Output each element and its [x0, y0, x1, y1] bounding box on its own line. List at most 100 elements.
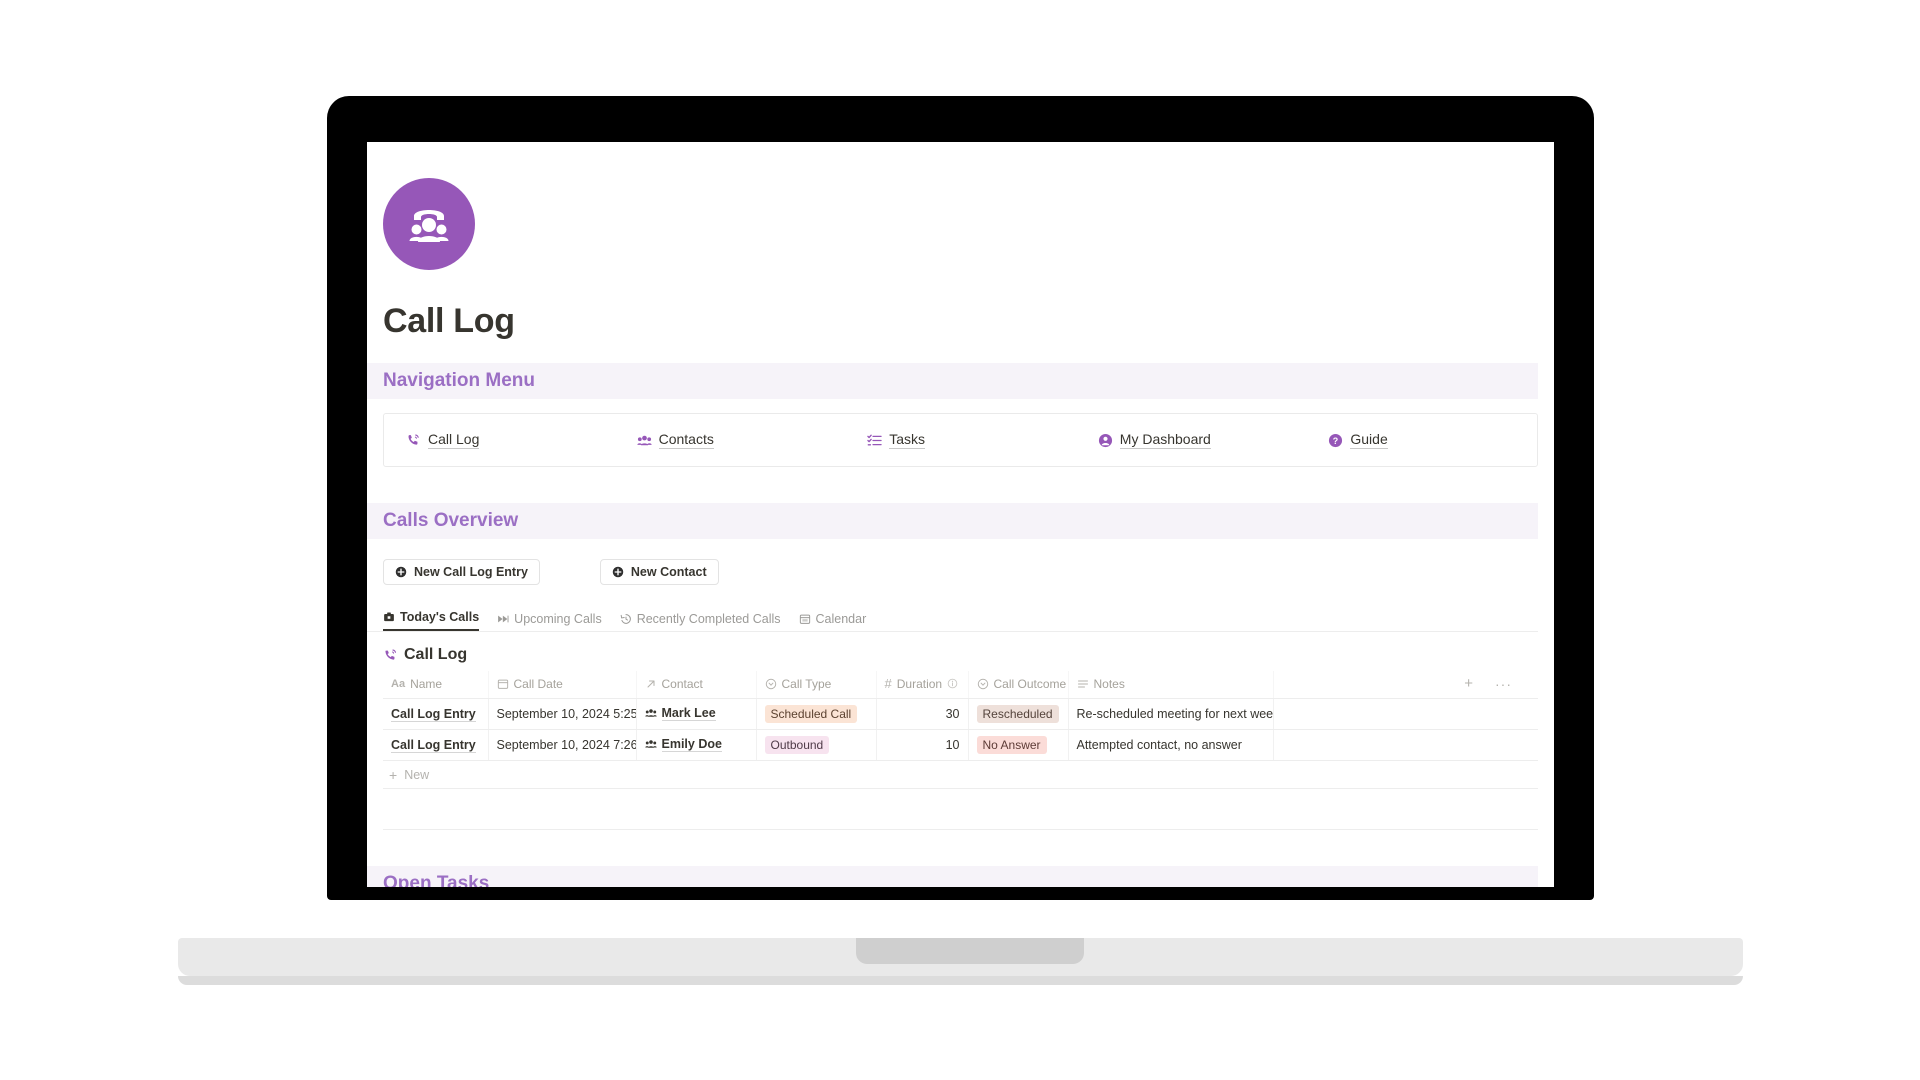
section-title-open-tasks: Open Tasks [383, 873, 490, 887]
tab-upcoming-calls[interactable]: Upcoming Calls [497, 612, 602, 631]
nav-item-contacts[interactable]: Contacts [615, 431, 846, 449]
cell-call-outcome[interactable]: No Answer [968, 729, 1069, 761]
aa-text-icon: Aa [391, 677, 406, 690]
new-call-log-entry-button[interactable]: New Call Log Entry [383, 559, 540, 585]
column-label: Notes [1093, 676, 1125, 691]
row-name-link[interactable]: Call Log Entry [391, 707, 476, 722]
section-header-calls-overview: Calls Overview [367, 503, 1538, 539]
cell-empty [1273, 698, 1538, 730]
cell-notes[interactable]: Re-scheduled meeting for next week [1068, 698, 1274, 730]
tab-label: Recently Completed Calls [636, 612, 781, 626]
question-circle-icon: ? [1328, 433, 1343, 448]
nav-item-call-log[interactable]: Call Log [384, 431, 615, 449]
relation-arrow-icon [645, 678, 657, 690]
cell-name[interactable]: Call Log Entry [383, 729, 489, 761]
text-lines-icon [1077, 678, 1089, 690]
cell-contact[interactable]: Mark Lee [636, 698, 757, 730]
table-body: Call Log Entry September 10, 2024 5:25 P… [383, 698, 1538, 761]
column-header-name[interactable]: Aa Name [383, 671, 489, 699]
nav-item-label: Call Log [428, 431, 480, 449]
cell-name[interactable]: Call Log Entry [383, 698, 489, 730]
calendar-icon [497, 678, 509, 690]
column-label: Duration [896, 676, 943, 691]
database-title: Call Log [383, 646, 1554, 664]
select-circle-icon [765, 678, 777, 690]
column-header-contact[interactable]: Contact [636, 671, 757, 699]
tab-todays-calls[interactable]: Today's Calls [383, 610, 480, 631]
section-divider [383, 829, 1538, 830]
notion-page: Call Log Navigation Menu Call Log Contac… [367, 142, 1554, 887]
contact-link[interactable]: Emily Doe [661, 737, 722, 752]
plus-icon: + [389, 766, 398, 783]
laptop-screen: Call Log Navigation Menu Call Log Contac… [367, 142, 1554, 887]
nav-item-label: Tasks [889, 431, 925, 449]
tab-calendar[interactable]: Calendar [799, 612, 866, 631]
column-header-notes[interactable]: Notes [1068, 671, 1274, 699]
checklist-icon [867, 433, 882, 448]
people-group-icon [636, 433, 652, 448]
cell-call-outcome[interactable]: Rescheduled [968, 698, 1069, 730]
plus-circle-icon [395, 566, 407, 578]
table-footer-spacer [367, 789, 1554, 829]
column-header-duration[interactable]: # Duration [876, 671, 969, 699]
cell-call-date[interactable]: September 10, 2024 7:26 PM [488, 729, 637, 761]
nav-item-guide[interactable]: ? Guide [1306, 431, 1537, 449]
call-outcome-badge: Rescheduled [976, 705, 1059, 723]
people-group-icon [644, 707, 657, 719]
cell-contact[interactable]: Emily Doe [636, 729, 757, 761]
section-header-navigation: Navigation Menu [367, 363, 1538, 399]
new-contact-button[interactable]: New Contact [599, 559, 719, 585]
nav-item-tasks[interactable]: Tasks [845, 431, 1076, 449]
call-outcome-badge: No Answer [976, 736, 1047, 754]
button-label: New Call Log Entry [414, 565, 528, 579]
column-label: Call Type [781, 676, 832, 691]
number-hash-icon: # [884, 676, 892, 691]
nav-item-my-dashboard[interactable]: My Dashboard [1076, 431, 1307, 449]
page-logo-wrap [367, 142, 1554, 270]
table-header-row: Aa Name Call Date Contact Call Type # Du… [383, 671, 1538, 699]
tab-label: Upcoming Calls [514, 612, 602, 626]
cell-duration[interactable]: 30 [876, 698, 969, 730]
tab-label: Today's Calls [400, 610, 480, 624]
column-header-call-outcome[interactable]: Call Outcome [968, 671, 1069, 699]
cell-call-type[interactable]: Scheduled Call [756, 698, 877, 730]
table-row[interactable]: Call Log Entry September 10, 2024 5:25 P… [383, 698, 1538, 730]
cell-duration[interactable]: 10 [876, 729, 969, 761]
info-circle-icon[interactable] [947, 678, 958, 689]
briefcase-icon [383, 611, 395, 623]
add-new-row-button[interactable]: + New [383, 761, 1538, 789]
screenshot-root: Call Log Navigation Menu Call Log Contac… [0, 0, 1920, 1080]
column-label: Call Date [513, 676, 563, 691]
section-header-open-tasks: Open Tasks [367, 866, 1538, 887]
phone-group-icon [383, 178, 475, 270]
laptop-trackpad-notch [856, 938, 1084, 964]
table-more-options-button[interactable]: ··· [1495, 676, 1512, 692]
nav-item-label: Guide [1350, 431, 1388, 449]
call-type-badge: Outbound [764, 736, 830, 754]
contact-link[interactable]: Mark Lee [661, 706, 716, 721]
history-clock-icon [620, 613, 632, 625]
row-name-link[interactable]: Call Log Entry [391, 738, 476, 753]
phone-call-icon [383, 648, 398, 663]
tab-recently-completed-calls[interactable]: Recently Completed Calls [620, 612, 781, 631]
add-new-row-label: New [404, 767, 430, 782]
svg-text:?: ? [1333, 435, 1338, 445]
cell-call-date[interactable]: September 10, 2024 5:25 PM [488, 698, 637, 730]
column-header-call-date[interactable]: Call Date [488, 671, 637, 699]
column-label: Call Outcome [993, 676, 1067, 691]
section-title-navigation: Navigation Menu [383, 370, 536, 391]
column-label: Name [410, 676, 443, 691]
call-type-badge: Scheduled Call [764, 705, 858, 723]
cell-empty [1273, 729, 1538, 761]
phone-call-icon [406, 433, 421, 448]
cell-call-type[interactable]: Outbound [756, 729, 877, 761]
nav-item-label: My Dashboard [1119, 431, 1211, 449]
cell-notes[interactable]: Attempted contact, no answer [1068, 729, 1274, 761]
table-row[interactable]: Call Log Entry September 10, 2024 7:26 P… [383, 729, 1538, 761]
column-header-call-type[interactable]: Call Type [756, 671, 877, 699]
action-buttons-row: New Call Log Entry New Contact [367, 557, 1554, 587]
add-column-button[interactable]: + [1464, 675, 1473, 692]
database-title-label: Call Log [404, 646, 468, 663]
laptop-base-shadow [178, 976, 1743, 985]
page-title: Call Log [383, 302, 515, 340]
